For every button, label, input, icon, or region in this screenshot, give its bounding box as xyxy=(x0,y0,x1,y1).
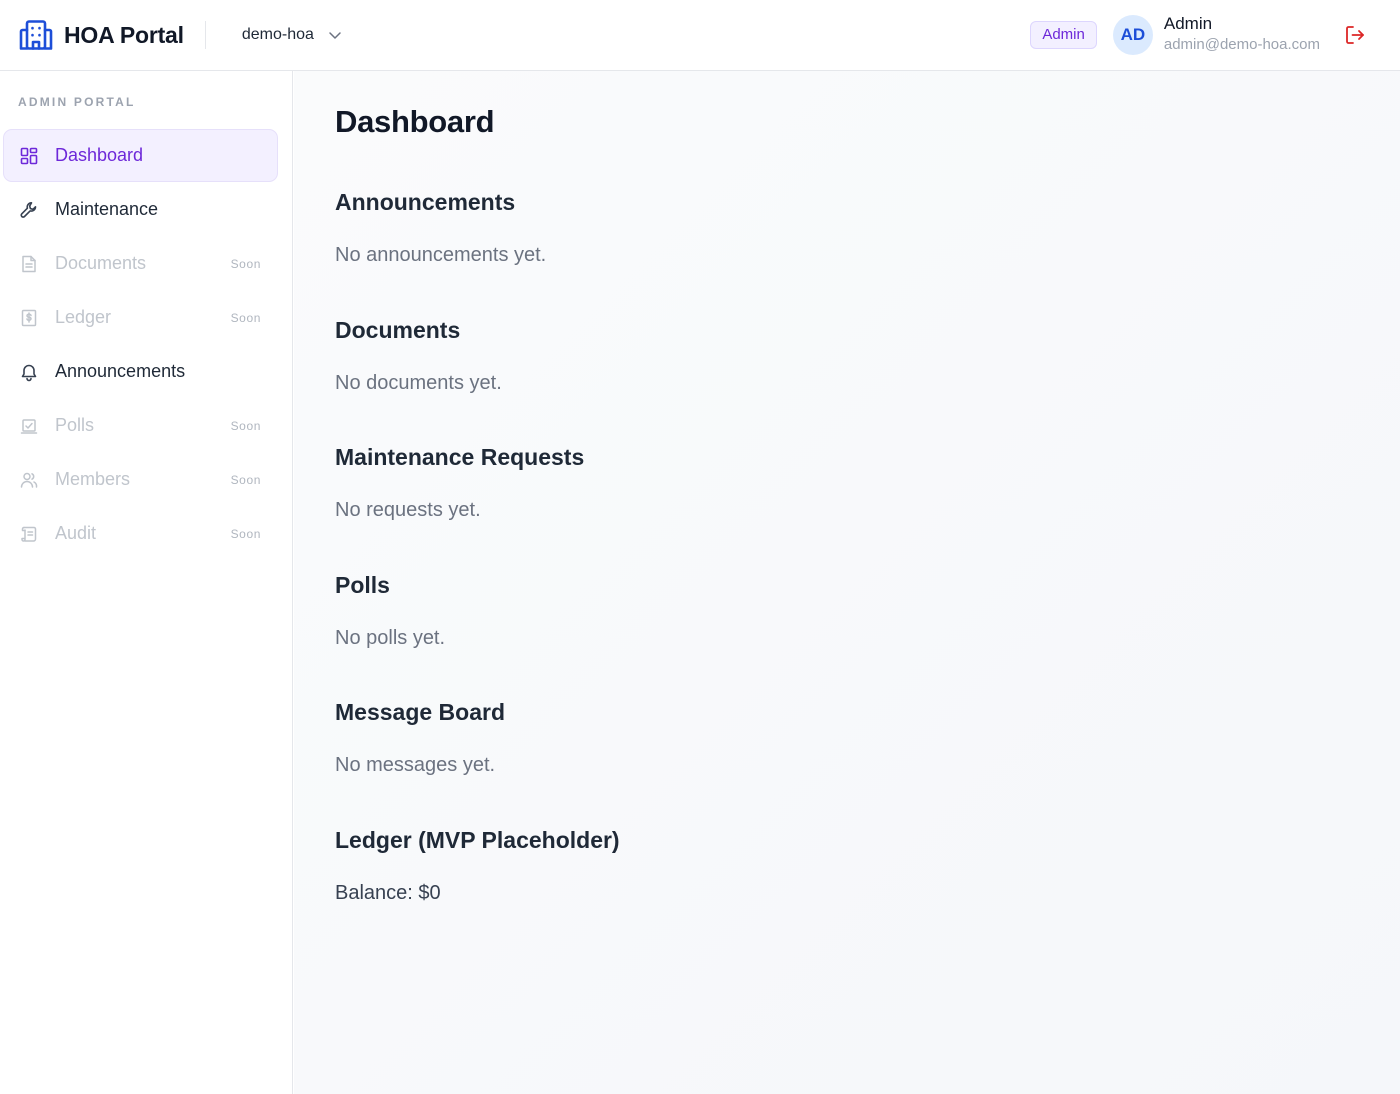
sidebar-item-ledger: Ledger Soon xyxy=(3,291,278,344)
sidebar-item-documents: Documents Soon xyxy=(3,237,278,290)
poll-checkbox-icon xyxy=(20,418,38,434)
dashboard-grid-icon xyxy=(20,147,38,164)
section-title: Documents xyxy=(335,317,461,343)
bell-icon xyxy=(21,364,37,381)
section-title: Message Board xyxy=(335,699,506,725)
section-empty-state: No announcements yet. xyxy=(335,244,547,266)
user-name: Admin xyxy=(1163,14,1213,33)
dollar-document-icon xyxy=(21,309,37,326)
user-email: admin@demo-hoa.com xyxy=(1163,36,1320,53)
sidebar-item-label: Members xyxy=(55,469,131,489)
org-name: demo-hoa xyxy=(241,26,314,43)
soon-tag: Soon xyxy=(230,310,261,325)
sidebar-item-dashboard[interactable]: Dashboard xyxy=(3,129,278,182)
document-icon xyxy=(22,255,36,272)
sidebar-item-label: Ledger xyxy=(55,307,112,327)
sidebar-item-announcements[interactable]: Announcements xyxy=(3,345,278,398)
sidebar-item-polls: Polls Soon xyxy=(3,399,278,452)
users-icon xyxy=(20,472,38,488)
section-empty-state: No messages yet. xyxy=(335,754,496,776)
documents-section: Documents No documents yet. xyxy=(335,315,502,396)
section-empty-state: No polls yet. xyxy=(335,627,446,649)
soon-tag: Soon xyxy=(230,256,261,271)
user-info: Admin admin@demo-hoa.com xyxy=(1164,14,1320,56)
page-title: Dashboard xyxy=(335,104,495,139)
soon-tag: Soon xyxy=(230,472,261,487)
section-title: Maintenance Requests xyxy=(335,444,585,470)
building-icon xyxy=(19,20,53,50)
maintenance-requests-section: Maintenance Requests No requests yet. xyxy=(335,442,584,523)
header-user-area: Admin AD Admin admin@demo-hoa.com xyxy=(1030,14,1366,56)
role-badge: Admin xyxy=(1030,21,1097,49)
main-content: Dashboard Announcements No announcements… xyxy=(294,71,1400,1094)
chevron-down-icon xyxy=(329,32,341,39)
sidebar-item-members: Members Soon xyxy=(3,453,278,506)
ledger-balance: Balance: $0 xyxy=(335,882,441,904)
app-title: HOA Portal xyxy=(64,21,184,48)
section-title: Polls xyxy=(335,572,390,598)
sidebar: ADMIN PORTAL Dashboard Maintenance Docum… xyxy=(0,71,293,1094)
sidebar-item-label: Polls xyxy=(55,415,95,435)
wrench-icon xyxy=(20,201,37,218)
sidebar-item-label: Audit xyxy=(55,523,97,543)
sidebar-item-label: Maintenance xyxy=(55,199,159,219)
polls-section: Polls No polls yet. xyxy=(335,570,445,651)
section-empty-state: No documents yet. xyxy=(335,372,502,394)
message-board-section: Message Board No messages yet. xyxy=(335,697,505,778)
section-empty-state: No requests yet. xyxy=(335,499,481,521)
soon-tag: Soon xyxy=(230,526,261,541)
sidebar-item-label: Announcements xyxy=(55,361,186,381)
brand[interactable]: HOA Portal xyxy=(19,19,184,51)
scroll-icon xyxy=(21,526,37,542)
section-title: Ledger (MVP Placeholder) xyxy=(335,827,620,853)
soon-tag: Soon xyxy=(230,418,261,433)
ledger-section: Ledger (MVP Placeholder) Balance: $0 xyxy=(335,825,620,906)
top-header: HOA Portal demo-hoa Admin AD Admin admin… xyxy=(0,0,1400,71)
sidebar-item-label: Documents xyxy=(55,253,147,273)
header-divider xyxy=(204,21,206,49)
announcements-section: Announcements No announcements yet. xyxy=(335,187,546,268)
avatar[interactable]: AD xyxy=(1112,15,1153,55)
org-selector[interactable]: demo-hoa xyxy=(242,26,342,44)
avatar-initials: AD xyxy=(1120,25,1146,44)
section-title: Announcements xyxy=(335,189,516,215)
sidebar-item-maintenance[interactable]: Maintenance xyxy=(3,183,278,236)
sidebar-item-audit: Audit Soon xyxy=(3,507,278,560)
logout-icon[interactable] xyxy=(1344,24,1366,46)
sidebar-item-label: Dashboard xyxy=(55,145,144,165)
sidebar-heading: ADMIN PORTAL xyxy=(18,95,136,109)
sidebar-nav: Dashboard Maintenance Documents Soon Led… xyxy=(3,129,278,561)
